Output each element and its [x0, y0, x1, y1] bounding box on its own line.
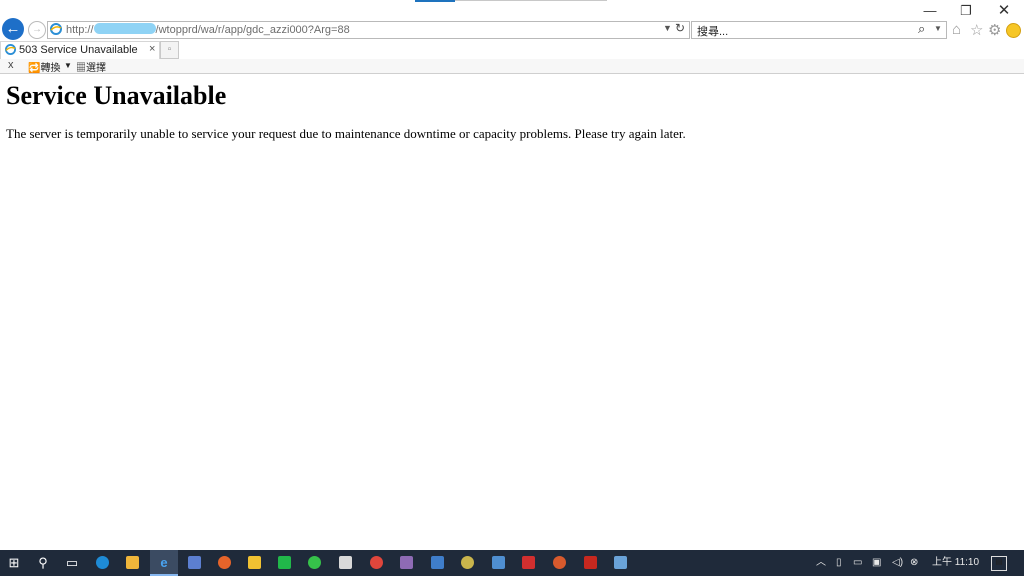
- feedback-smiley-icon[interactable]: [1006, 23, 1021, 38]
- command-bar: x 🔁轉換 ▼ ▦選擇: [0, 59, 1024, 74]
- redacted-host: [93, 23, 156, 34]
- search-box[interactable]: 搜尋... ⌕ ▼: [691, 21, 947, 39]
- forward-button[interactable]: →: [28, 21, 46, 39]
- search-icon[interactable]: ⚲: [29, 550, 57, 576]
- app-icon[interactable]: [553, 556, 566, 569]
- volume-icon[interactable]: ◁): [892, 550, 903, 576]
- commandbar-close-icon[interactable]: x: [8, 59, 14, 71]
- tab-close-icon[interactable]: ×: [149, 43, 155, 55]
- app-icon[interactable]: [461, 556, 474, 569]
- notification-icon[interactable]: ▤: [991, 556, 1007, 571]
- minimize-button[interactable]: —: [915, 3, 945, 19]
- tray-device-icon[interactable]: ▯: [836, 550, 842, 576]
- taskbar: ⊞ ⚲ ▭ e ︿ ▯ ▭ ▣ ◁) ⊗ 上午 11:10 ▤: [0, 550, 1024, 576]
- translate-button[interactable]: 🔁轉換: [28, 59, 60, 74]
- gear-icon[interactable]: ⚙: [988, 21, 1001, 39]
- tab-bar: 503 Service Unavailable × ▫: [0, 41, 1024, 59]
- app-icon[interactable]: [188, 556, 201, 569]
- app-icon[interactable]: [248, 556, 261, 569]
- translate-icon: 🔁: [28, 63, 41, 74]
- address-path: /wtopprd/wa/r/app/gdc_azzi000?Arg=88: [155, 24, 350, 36]
- edge-icon[interactable]: [96, 556, 109, 569]
- navigation-bar: ← → http:// /wtopprd/wa/r/app/gdc_azzi000…: [0, 18, 1024, 42]
- firefox-icon[interactable]: [218, 556, 231, 569]
- address-dropdown-icon[interactable]: ▼: [663, 23, 672, 33]
- search-input[interactable]: 搜尋...: [697, 23, 728, 39]
- home-icon[interactable]: ⌂: [952, 21, 961, 38]
- app-icon[interactable]: [614, 556, 627, 569]
- battery-icon[interactable]: ▭: [853, 550, 862, 576]
- line-icon[interactable]: [278, 556, 291, 569]
- error-message: The server is temporarily unable to serv…: [6, 126, 686, 141]
- translate-dropdown-icon[interactable]: ▼: [64, 61, 72, 70]
- title-divider: [455, 0, 607, 1]
- address-scheme: http://: [66, 24, 94, 36]
- acrobat-icon[interactable]: [522, 556, 535, 569]
- page-content: Service Unavailable The server is tempor…: [0, 74, 1024, 550]
- tab-503-service-unavailable[interactable]: 503 Service Unavailable ×: [0, 41, 160, 59]
- close-window-button[interactable]: ✕: [989, 3, 1019, 19]
- select-icon: ▦: [76, 63, 86, 74]
- file-explorer-icon[interactable]: [126, 556, 139, 569]
- ime-close-icon[interactable]: ⊗: [910, 550, 918, 576]
- new-tab-button[interactable]: ▫: [160, 41, 179, 59]
- filezilla-icon[interactable]: [584, 556, 597, 569]
- app-icon[interactable]: [400, 556, 413, 569]
- app-icon[interactable]: [431, 556, 444, 569]
- address-url[interactable]: http:// /wtopprd/wa/r/app/gdc_azzi000?Arg…: [66, 23, 350, 36]
- select-label: 選擇: [86, 63, 106, 74]
- start-icon[interactable]: ⊞: [0, 550, 28, 576]
- app-icon[interactable]: [339, 556, 352, 569]
- tab-label: 503 Service Unavailable: [19, 44, 138, 56]
- search-dropdown-icon[interactable]: ▼: [934, 24, 942, 33]
- chrome-icon[interactable]: [370, 556, 383, 569]
- title-bar: — ❐ ✕: [0, 0, 1024, 19]
- task-view-icon[interactable]: ▭: [58, 550, 86, 576]
- refresh-icon[interactable]: ↻: [675, 21, 685, 35]
- address-bar[interactable]: http:// /wtopprd/wa/r/app/gdc_azzi000?Arg…: [47, 21, 690, 39]
- search-icon[interactable]: ⌕: [918, 21, 925, 37]
- ie-icon[interactable]: e: [150, 550, 178, 576]
- title-accent: [415, 0, 455, 2]
- app-icon[interactable]: [492, 556, 505, 569]
- translate-label: 轉換: [40, 63, 61, 74]
- page-title: Service Unavailable: [6, 81, 227, 110]
- ie-page-icon: [50, 23, 62, 35]
- maximize-button[interactable]: ❐: [951, 3, 981, 19]
- favorites-icon[interactable]: ☆: [970, 21, 983, 39]
- select-button[interactable]: ▦選擇: [76, 59, 106, 74]
- wechat-icon[interactable]: [308, 556, 321, 569]
- tab-ie-icon: [5, 44, 16, 55]
- tray-expand-icon[interactable]: ︿: [816, 550, 826, 576]
- network-icon[interactable]: ▣: [872, 550, 881, 576]
- clock[interactable]: 上午 11:10: [932, 550, 979, 576]
- back-button[interactable]: ←: [2, 18, 24, 40]
